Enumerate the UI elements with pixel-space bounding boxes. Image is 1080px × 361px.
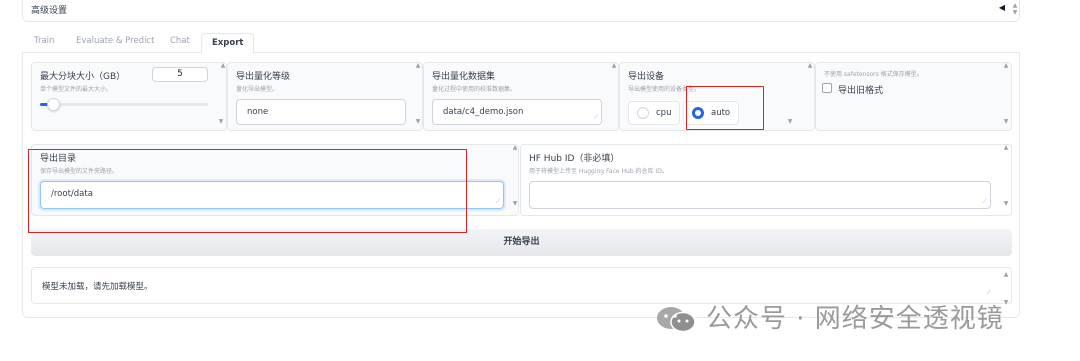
quant-dataset-info: 量化过程中使用的校准数据集。 xyxy=(432,86,517,93)
quant-bit-label: 导出量化等级 xyxy=(236,72,291,82)
quant-dataset-textbox[interactable]: data/c4_demo.json ⟋ xyxy=(432,99,602,125)
advanced-settings-title: 高级设置 xyxy=(31,6,68,16)
scroll-down-icon[interactable]: ▼ xyxy=(414,62,422,125)
scroll-arrows-icon[interactable]: ▲ ▼ xyxy=(511,144,519,207)
hub-id-label: HF Hub ID（非必填） xyxy=(529,154,620,164)
radio-dot-icon xyxy=(637,107,649,119)
export-dir-card: 导出目录 保存导出模型的文件夹路径。 /root/data ⟋ xyxy=(31,144,519,216)
tabs-panel: Train Evaluate & Predict Chat Export 最大分… xyxy=(22,30,1020,318)
resize-handle-icon[interactable]: ⟋ xyxy=(987,289,991,297)
scroll-arrows-icon[interactable]: ▲ ▼ xyxy=(1002,144,1010,207)
quant-bit-info: 量化导出模型。 xyxy=(236,86,279,93)
scroll-arrows-icon[interactable]: ▲ ▼ xyxy=(1002,62,1010,125)
resize-handle-icon[interactable]: ⟋ xyxy=(594,114,598,122)
output-card: 模型未加载，请先加载模型。 ⟋ xyxy=(31,267,1012,304)
scroll-down-icon[interactable]: ▼ xyxy=(217,62,225,125)
radio-auto[interactable]: auto xyxy=(683,101,740,125)
quant-dataset-card: 导出量化数据集 量化过程中使用的校准数据集。 data/c4_demo.json… xyxy=(423,62,619,131)
scroll-up-icon[interactable]: ▲ xyxy=(806,62,814,69)
export-dir-input[interactable]: /root/data ⟋ xyxy=(40,181,504,209)
slider-thumb[interactable] xyxy=(47,98,61,111)
tab-export[interactable]: Export xyxy=(201,33,255,54)
quant-bit-card: 导出量化等级 量化导出模型。 none xyxy=(227,62,423,131)
export-device-label: 导出设备 xyxy=(628,72,665,82)
export-dir-info: 保存导出模型的文件夹路径。 xyxy=(40,168,119,175)
resize-handle-icon[interactable]: ⟋ xyxy=(983,198,987,206)
output-text: 模型未加载，请先加载模型。 xyxy=(42,282,153,292)
export-dir-label: 导出目录 xyxy=(40,154,77,164)
export-device-info: 导出模型使用的设备类型。 xyxy=(628,86,701,93)
max-shard-size-card: 最大分块大小（GB） 单个模型文件的最大大小。 5 xyxy=(31,62,227,131)
radio-cpu-label: cpu xyxy=(656,108,672,118)
radio-auto-label: auto xyxy=(711,108,731,118)
advanced-settings-accordion[interactable]: 高级设置 ◀ xyxy=(22,0,1020,22)
quant-dataset-value: data/c4_demo.json xyxy=(443,107,524,117)
legacy-format-info: 不使用 safetensors 格式保存模型。 xyxy=(824,71,923,78)
export-tab-content: 最大分块大小（GB） 单个模型文件的最大大小。 5 ▲ 导出量化等级 量化导出模… xyxy=(22,53,1020,318)
hub-id-input[interactable]: ⟋ xyxy=(529,181,991,209)
tab-bar: Train Evaluate & Predict Chat Export xyxy=(22,30,1020,54)
quant-bit-dropdown[interactable]: none xyxy=(236,99,406,125)
radio-cpu[interactable]: cpu xyxy=(628,101,681,125)
max-shard-size-info: 单个模型文件的最大大小。 xyxy=(40,86,113,93)
tab-evaluate-predict[interactable]: Evaluate & Predict xyxy=(76,36,154,46)
radio-dot-selected-icon xyxy=(692,107,704,119)
hub-id-card: HF Hub ID（非必填） 用于将模型上传至 Hugging Face Hub… xyxy=(520,144,1012,216)
output-textbox[interactable]: 模型未加载，请先加载模型。 ⟋ xyxy=(32,273,994,299)
legacy-format-checkbox[interactable] xyxy=(822,83,832,93)
tab-chat[interactable]: Chat xyxy=(170,36,190,46)
hub-id-info: 用于将模型上传至 Hugging Face Hub 的仓库 ID。 xyxy=(529,168,668,175)
max-shard-size-slider[interactable] xyxy=(40,98,208,111)
max-shard-size-number-input[interactable]: 5 xyxy=(152,67,208,82)
watermark-text: 公众号 · 网络安全透视镜 xyxy=(706,304,1004,334)
scroll-up-icon[interactable]: ▲ xyxy=(610,62,618,69)
start-export-button[interactable]: 开始导出 xyxy=(31,229,1012,256)
wechat-icon xyxy=(657,307,696,332)
scroll-down-icon[interactable]: ▼ xyxy=(786,62,794,125)
resize-handle-icon[interactable]: ⟋ xyxy=(496,198,500,206)
legacy-format-label: 导出旧格式 xyxy=(838,86,884,96)
scroll-arrows-icon[interactable]: ▲ ▼ xyxy=(1011,2,1019,16)
quant-dataset-label: 导出量化数据集 xyxy=(432,72,496,82)
export-dir-value: /root/data xyxy=(51,189,93,199)
tab-train[interactable]: Train xyxy=(34,36,54,46)
collapse-caret-icon[interactable]: ◀ xyxy=(999,3,1005,12)
max-shard-size-label: 最大分块大小（GB） xyxy=(40,72,126,82)
legacy-format-card: 不使用 safetensors 格式保存模型。 导出旧格式 xyxy=(815,62,1012,131)
